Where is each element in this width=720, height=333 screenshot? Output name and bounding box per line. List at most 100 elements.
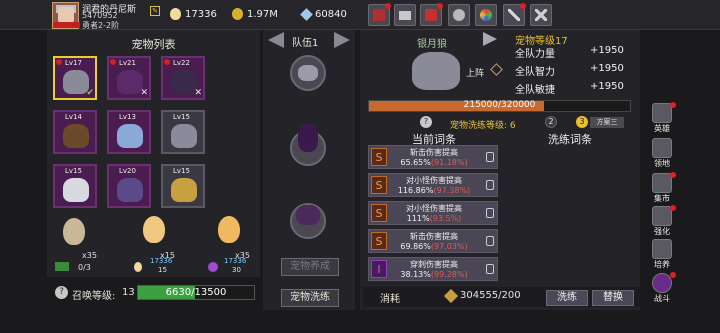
pet-slot-1[interactable]: Lv17 ✔ [53,56,97,100]
cross-icon: ✕ [194,88,202,98]
wash-level: 宠物洗练等级: 6 [450,121,516,131]
side-menu-enhance[interactable]: 强化 [648,205,676,239]
team-slot-2[interactable] [290,124,326,166]
battle-portal-icon [652,273,672,293]
video-icon[interactable] [55,262,69,271]
team-slot-3[interactable] [290,203,326,239]
plan-3-tab[interactable]: 3 [576,116,588,128]
check-icon: ✔ [86,88,94,98]
coin-icon [232,8,243,20]
gold-egg-icon[interactable] [218,216,240,243]
gold-egg-icon[interactable] [143,216,165,243]
gift-icon [425,9,437,21]
egg-3-progress-top: 17336 [224,257,247,265]
gift-button[interactable] [420,3,443,26]
gold-resource: 1.97M [232,8,278,22]
ghost-pet-icon [63,178,89,202]
egg-1-count: x35 [82,251,97,260]
pet-slot-5[interactable]: Lv13 [107,110,151,154]
pet-exp-text: 215000/320000 [463,100,536,110]
pet-nurture-button[interactable]: 宠物养成 [281,258,339,276]
side-menu-hero[interactable]: 英雄 [648,102,676,136]
player-avatar[interactable] [52,2,80,29]
cross-icon: ✕ [140,88,148,98]
affix-row-3[interactable]: S 对小怪伤害提高 111%(93.5%) [368,201,498,225]
territory-icon [652,138,672,158]
treant-pet-icon [63,124,89,148]
market-icon [652,173,672,193]
egg-2-progress-top: 17336 [150,257,173,265]
lion-pet-icon [171,178,197,202]
wash-affix-title: 洗练词条 [548,133,592,146]
gem-count: 60840 [315,9,347,20]
stat-agility-value: +1950 [590,81,624,92]
summon-level-label: 召唤等级: [72,291,116,302]
stat-intellect-value: +1950 [590,63,624,74]
pet-slot-2[interactable]: Lv21 ✕ [107,56,151,100]
plan-3-label[interactable]: 方案三 [590,117,624,128]
mail-icon [399,11,411,20]
shop-icon [373,9,385,21]
side-menu-market[interactable]: 集市 [648,172,676,206]
pet-slot-6[interactable]: Lv15 [161,110,205,154]
sword-icon [508,9,520,21]
egg-icon [170,8,181,20]
affix-row-2[interactable]: S 对小怪伤害提高 116.86%(97.38%) [368,173,498,197]
pet-slot-9[interactable]: Lv15 [161,164,205,208]
pet-slot-8[interactable]: Lv20 [107,164,151,208]
player-id: 5470952 [82,11,118,20]
common-egg-icon[interactable] [63,218,85,245]
gem-resource: 60840 [300,7,347,22]
lock-icon[interactable] [486,236,494,246]
stat-agility-label: 全队敏捷 [515,85,555,96]
sword-button[interactable] [503,3,526,26]
wheel-icon [480,9,492,21]
pet-slot-4[interactable]: Lv14 [53,110,97,154]
cost-value: 304555/200 [460,290,521,301]
affix-row-4[interactable]: S 斩击伤害提高 69.86%(97.03%) [368,229,498,253]
demon-pet-icon [117,70,143,94]
pet-slot-3[interactable]: Lv22 ✕ [161,56,205,100]
gear-icon [453,9,465,21]
settings-button[interactable] [448,4,470,26]
gold-count: 1.97M [247,9,278,20]
team-slot-1[interactable] [290,55,326,91]
ice-spirit-pet-icon [117,124,143,148]
lock-icon[interactable] [486,180,494,190]
summon-level-value: 13 [122,287,135,298]
pet-list-title: 宠物列表 [131,38,176,51]
side-menu-battle[interactable]: 战斗 [648,272,676,306]
side-menu-territory[interactable]: 领地 [648,137,676,171]
affix-row-5[interactable]: I 穿刺伤害提高 38.13%(99.28%) [368,257,498,281]
wash-button[interactable]: 洗练 [546,290,588,306]
lock-icon[interactable] [486,152,494,162]
lock-icon[interactable] [486,208,494,218]
shop-button[interactable] [368,3,391,26]
enhance-icon [652,206,672,226]
stat-strength-value: +1950 [590,45,624,56]
pet-portrait [412,52,460,90]
mail-button[interactable] [394,4,416,26]
battle-button[interactable] [530,4,552,26]
replace-button[interactable]: 替换 [592,290,634,306]
pet-slot-7[interactable]: Lv15 [53,164,97,208]
deploy-label: 上阵 [466,69,485,79]
pet-wash-button[interactable]: 宠物洗练 [281,289,339,307]
wheel-button[interactable] [475,4,497,26]
side-menu-cultivate[interactable]: 培养 [648,238,676,272]
demon-pet-icon [298,124,318,152]
egg-2-progress-bottom: 15 [158,266,167,274]
affix-row-1[interactable]: S 斩击伤害提高 65.65%(91.18%) [368,145,498,169]
lock-icon[interactable] [486,264,494,274]
pet-name: 银月狼 [417,39,447,50]
edit-name-icon[interactable]: ✎ [150,6,160,16]
help-icon[interactable]: ? [420,116,432,128]
crossed-swords-icon [535,9,547,21]
purple-orb-icon [208,262,218,272]
help-icon[interactable]: ? [55,286,68,299]
egg-resource: 17336 [170,8,217,22]
gem-icon [300,7,313,21]
plan-2-tab[interactable]: 2 [545,116,557,128]
wolf-pet-icon [63,70,89,94]
hero-icon [652,103,672,123]
